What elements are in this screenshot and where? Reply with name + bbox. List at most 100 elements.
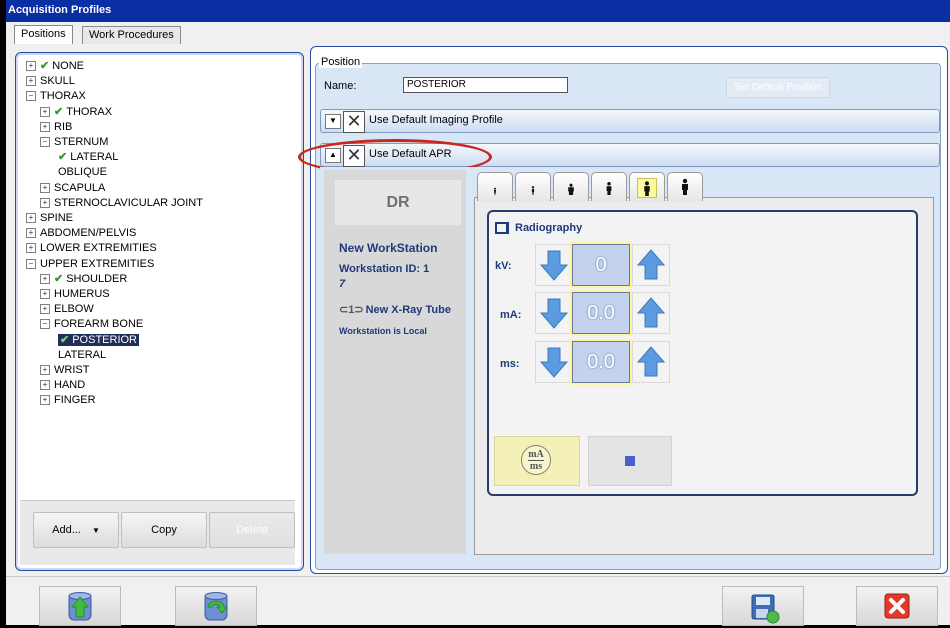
- ms-decrease-button[interactable]: [535, 341, 573, 383]
- tree-node-content[interactable]: SPINE: [40, 212, 73, 224]
- stop-button[interactable]: [588, 436, 672, 486]
- tree-node-content[interactable]: OBLIQUE: [58, 166, 107, 178]
- expand-icon[interactable]: +: [26, 243, 36, 254]
- person-icon: [637, 178, 657, 198]
- expand-icon[interactable]: +: [26, 228, 36, 239]
- cancel-button[interactable]: [856, 586, 938, 626]
- tree-node[interactable]: + STERNOCLAVICULAR JOINT: [40, 196, 203, 210]
- tab-positions[interactable]: Positions: [14, 25, 73, 45]
- tree-node[interactable]: LATERAL: [54, 348, 106, 362]
- tree-node[interactable]: + SKULL: [26, 74, 75, 88]
- tree-node[interactable]: + ELBOW: [40, 302, 94, 316]
- tree-node[interactable]: + SPINE: [26, 211, 73, 225]
- ms-value[interactable]: 0.0: [572, 341, 630, 383]
- collapse-icon[interactable]: −: [40, 319, 50, 330]
- tree-node-content[interactable]: ABDOMEN/PELVIS: [40, 227, 136, 239]
- tree-node-content[interactable]: SCAPULA: [54, 182, 105, 194]
- tree-node[interactable]: + ABDOMEN/PELVIS: [26, 226, 136, 240]
- tree-node-content[interactable]: SKULL: [40, 75, 75, 87]
- tree-node[interactable]: ✔ LATERAL: [54, 150, 118, 164]
- radiography-icon: [495, 222, 509, 235]
- expand-icon[interactable]: +: [26, 76, 36, 87]
- tree-node-content[interactable]: FINGER: [54, 394, 96, 406]
- expand-icon[interactable]: +: [40, 289, 50, 300]
- kv-value[interactable]: 0: [572, 244, 630, 286]
- tree-node-content[interactable]: ✔ LATERAL: [58, 151, 118, 163]
- tree-node[interactable]: − THORAX: [26, 89, 86, 103]
- tree-node[interactable]: + WRIST: [40, 363, 89, 377]
- kv-increase-button[interactable]: [632, 244, 670, 286]
- expand-icon[interactable]: +: [40, 197, 50, 208]
- tree-node-content[interactable]: ✔ SHOULDER: [54, 273, 127, 285]
- delete-button[interactable]: Delete: [209, 512, 295, 548]
- export-button[interactable]: [175, 586, 257, 626]
- expand-icon[interactable]: +: [40, 182, 50, 193]
- expand-icon[interactable]: +: [40, 365, 50, 376]
- tree-node[interactable]: + ✔ SHOULDER: [40, 272, 127, 286]
- tree-node[interactable]: + ✔ THORAX: [40, 105, 112, 119]
- tree-node[interactable]: + LOWER EXTREMITIES: [26, 241, 157, 255]
- save-button[interactable]: [722, 586, 804, 626]
- mams-mode-button[interactable]: mA ms: [494, 436, 580, 486]
- chevron-down-icon[interactable]: ▼: [325, 114, 341, 129]
- tree-node-selected[interactable]: ✔ POSTERIOR: [58, 333, 140, 346]
- kv-decrease-button[interactable]: [535, 244, 573, 286]
- arrow-up-icon: [636, 297, 666, 328]
- tree-node-content[interactable]: LATERAL: [58, 349, 106, 361]
- expand-icon[interactable]: +: [40, 106, 50, 117]
- expand-icon[interactable]: +: [40, 304, 50, 315]
- ma-increase-button[interactable]: [632, 292, 670, 334]
- patient-size-tab-6[interactable]: [667, 172, 703, 201]
- tree-node-content[interactable]: STERNOCLAVICULAR JOINT: [54, 197, 203, 209]
- tree-node[interactable]: + HAND: [40, 378, 85, 392]
- tree-node-content[interactable]: WRIST: [54, 364, 89, 376]
- tab-work-procedures[interactable]: Work Procedures: [82, 26, 181, 44]
- tree-node-content[interactable]: UPPER EXTREMITIES: [40, 258, 154, 270]
- tree-node-content[interactable]: STERNUM: [54, 136, 108, 148]
- tree-node-content[interactable]: ✔ NONE: [40, 60, 84, 72]
- patient-size-tab-2[interactable]: [515, 172, 551, 201]
- collapse-icon[interactable]: −: [26, 91, 36, 102]
- tree-node[interactable]: ✔ POSTERIOR: [54, 333, 140, 347]
- imaging-profile-checkbox[interactable]: ✕: [343, 111, 365, 133]
- patient-size-tab-3[interactable]: [553, 172, 589, 201]
- tree-node[interactable]: + HUMERUS: [40, 287, 110, 301]
- patient-size-tab-4[interactable]: [591, 172, 627, 201]
- expand-icon[interactable]: +: [40, 273, 50, 284]
- tree-node[interactable]: + FINGER: [40, 393, 96, 407]
- expand-icon[interactable]: +: [40, 380, 50, 391]
- tree-node-content[interactable]: HAND: [54, 379, 85, 391]
- tree-node-content[interactable]: HUMERUS: [54, 288, 110, 300]
- add-button[interactable]: Add... ▼: [33, 512, 119, 548]
- ma-decrease-button[interactable]: [535, 292, 573, 334]
- tree-node-content[interactable]: ✔ THORAX: [54, 106, 112, 118]
- collapse-icon[interactable]: −: [26, 258, 36, 269]
- tree-node-content[interactable]: RIB: [54, 121, 72, 133]
- import-button[interactable]: [39, 586, 121, 626]
- ma-value[interactable]: 0.0: [572, 292, 630, 334]
- tree-node[interactable]: − FOREARM BONE: [40, 317, 143, 331]
- tree-node-content[interactable]: LOWER EXTREMITIES: [40, 242, 157, 254]
- ms-increase-button[interactable]: [632, 341, 670, 383]
- expand-icon[interactable]: +: [40, 395, 50, 406]
- patient-size-tab-5[interactable]: [629, 172, 665, 201]
- tree-node-content[interactable]: FOREARM BONE: [54, 318, 143, 330]
- tree-node[interactable]: + SCAPULA: [40, 181, 105, 195]
- tree-node-content[interactable]: THORAX: [40, 90, 86, 102]
- expand-icon[interactable]: +: [26, 213, 36, 224]
- tree-node-label: ABDOMEN/PELVIS: [40, 227, 137, 240]
- collapse-icon[interactable]: −: [40, 137, 50, 148]
- tree-node[interactable]: + ✔ NONE: [26, 59, 84, 73]
- expand-icon[interactable]: +: [40, 121, 50, 132]
- tree-node[interactable]: + RIB: [40, 120, 72, 134]
- tree-node[interactable]: − UPPER EXTREMITIES: [26, 257, 154, 271]
- patient-size-tab-1[interactable]: [477, 172, 513, 201]
- expand-icon[interactable]: +: [26, 61, 36, 72]
- tree-node-content[interactable]: ELBOW: [54, 303, 94, 315]
- dr-button[interactable]: DR: [335, 180, 461, 225]
- tree-node[interactable]: OBLIQUE: [54, 165, 107, 179]
- set-default-position-button[interactable]: Set Default Position: [726, 77, 830, 98]
- tree-node[interactable]: − STERNUM: [40, 135, 108, 149]
- copy-button[interactable]: Copy: [121, 512, 207, 548]
- name-input[interactable]: POSTERIOR: [403, 77, 568, 93]
